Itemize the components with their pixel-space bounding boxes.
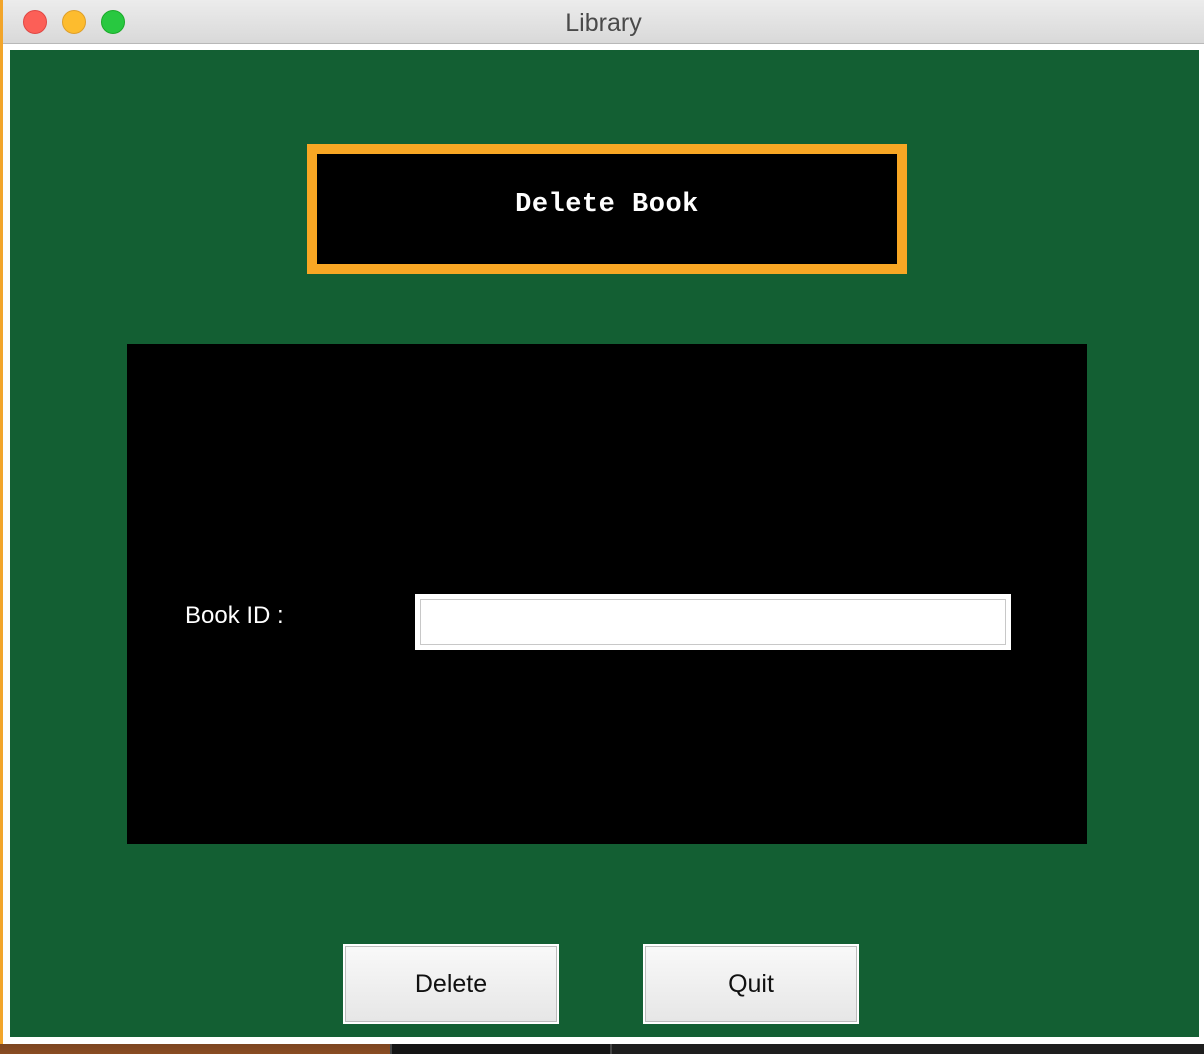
book-id-field-frame — [415, 594, 1011, 650]
form-panel: Book ID : — [127, 344, 1087, 844]
quit-button[interactable]: Quit — [643, 944, 859, 1024]
main-content: Delete Book Book ID : Delete Quit — [10, 50, 1199, 1037]
heading-banner: Delete Book — [307, 144, 907, 274]
page-title: Delete Book — [515, 190, 699, 220]
window-titlebar[interactable]: Library — [3, 0, 1204, 44]
library-window: Library Delete Book Book ID : Delete Qui… — [0, 0, 1204, 1044]
delete-button[interactable]: Delete — [343, 944, 559, 1024]
book-id-label: Book ID : — [185, 602, 284, 629]
window-title: Library — [565, 9, 642, 37]
book-id-input[interactable] — [420, 599, 1006, 645]
